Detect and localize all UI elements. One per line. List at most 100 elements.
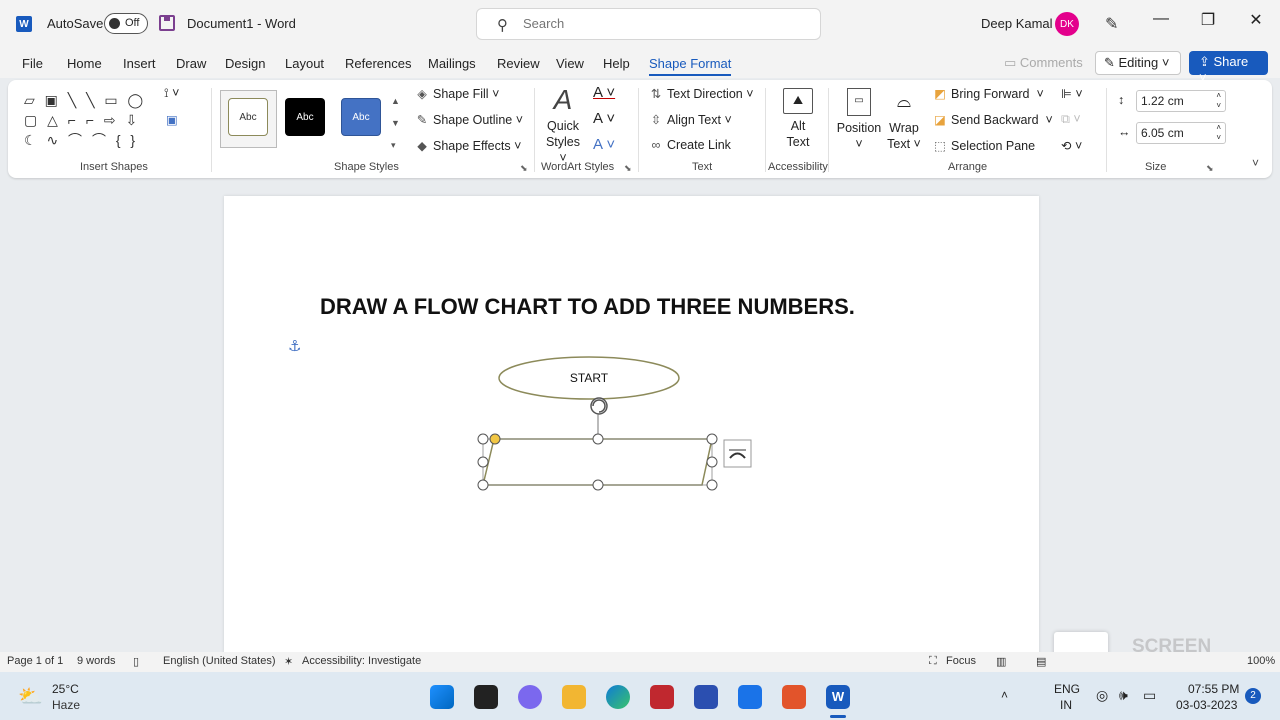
designer-pen-icon[interactable]: ✎	[1105, 14, 1118, 34]
resize-handle[interactable]	[477, 456, 489, 468]
input-language-line1[interactable]: ENG	[1054, 682, 1080, 696]
text-fill-icon[interactable]: A ˅	[593, 84, 615, 101]
style-preset-dark[interactable]: Abc	[285, 98, 325, 136]
text-outline-icon[interactable]: A ˅	[593, 110, 615, 127]
text-box-icon[interactable]: ▣	[166, 112, 178, 127]
minimize-button[interactable]: —	[1148, 10, 1174, 28]
wrap-text-button[interactable]: ⌓ Wrap Text ˅	[886, 88, 922, 152]
alt-text-button[interactable]: ⛰ Alt Text	[778, 88, 818, 150]
align-text-button[interactable]: ⇳ Align Text ˅	[648, 112, 732, 127]
tab-help[interactable]: Help	[603, 56, 630, 71]
shape-width-field[interactable]: 6.05 cm ˄ ˅	[1136, 122, 1226, 144]
edit-shape-icon[interactable]: ⟟ ˅	[164, 86, 179, 101]
notification-badge[interactable]: 2	[1245, 688, 1261, 704]
powerpoint-icon[interactable]	[782, 685, 806, 709]
clock-time[interactable]: 07:55 PM	[1188, 682, 1239, 696]
resize-handle[interactable]	[706, 479, 718, 491]
position-button[interactable]: ▭ Position ˅	[836, 88, 882, 152]
read-mode-icon[interactable]: ▥	[996, 655, 1006, 668]
adjust-handle[interactable]	[489, 433, 501, 445]
text-direction-button[interactable]: ⇅ Text Direction ˅	[648, 86, 754, 101]
resize-handle[interactable]	[477, 479, 489, 491]
tab-home[interactable]: Home	[67, 56, 102, 71]
tab-layout[interactable]: Layout	[285, 56, 324, 71]
dialog-launcher-icon[interactable]: ⬊	[624, 163, 632, 174]
close-button[interactable]: ✕	[1243, 10, 1269, 30]
shapes-gallery[interactable]: ▱ ▣ ╲ ╲ ▭ ◯ ▢ △ ⌐ ⌐ ⇨ ⇩ ☾ ∿ ⌒ ⌒ { }	[24, 90, 150, 150]
store-icon[interactable]	[738, 685, 762, 709]
autosave-toggle[interactable]: Off	[104, 13, 148, 34]
share-button[interactable]: ⇪ Share ˅	[1189, 51, 1268, 85]
search-input[interactable]	[523, 16, 803, 31]
tab-insert[interactable]: Insert	[123, 56, 156, 71]
language-status[interactable]: English (United States)	[163, 655, 276, 667]
editing-mode-button[interactable]: ✎ Editing ˅	[1095, 51, 1181, 75]
shape-effects-button[interactable]: ◆ Shape Effects ˅	[414, 138, 521, 153]
width-spinner[interactable]: ˄ ˅	[1216, 123, 1221, 143]
tab-mailings[interactable]: Mailings	[428, 56, 476, 71]
style-preset-outline[interactable]: Abc	[228, 98, 268, 136]
tab-view[interactable]: View	[556, 56, 584, 71]
create-link-button[interactable]: ∞ Create Link	[648, 138, 731, 152]
zoom-level[interactable]: 100%	[1247, 655, 1275, 667]
show-hidden-icons[interactable]: ˄	[1001, 688, 1008, 702]
vpn-app-icon[interactable]	[694, 685, 718, 709]
page-count[interactable]: Page 1 of 1	[7, 655, 63, 667]
weather-temperature[interactable]: 25°C	[52, 682, 79, 696]
style-preset-blue[interactable]: Abc	[341, 98, 381, 136]
task-view-icon[interactable]	[474, 685, 498, 709]
edge-browser-icon[interactable]	[606, 685, 630, 709]
tab-shape-format[interactable]: Shape Format	[649, 56, 732, 76]
search-box[interactable]: ⚲	[476, 8, 821, 40]
shape-height-field[interactable]: 1.22 cm ˄ ˅	[1136, 90, 1226, 112]
quick-styles-button[interactable]: A Quick Styles ˅	[543, 86, 583, 166]
weather-icon[interactable]: ⛅	[18, 684, 43, 709]
avatar[interactable]: DK	[1055, 12, 1079, 36]
restore-button[interactable]: ❐	[1195, 10, 1221, 30]
rotate-icon[interactable]: ⟲ ˅	[1061, 138, 1082, 153]
battery-icon[interactable]: ▭	[1143, 687, 1156, 704]
volume-icon[interactable]: 🕪	[1119, 687, 1128, 704]
tab-file[interactable]: File	[22, 56, 43, 71]
input-parallelogram[interactable]	[482, 438, 713, 486]
height-spinner[interactable]: ˄ ˅	[1216, 91, 1221, 111]
dialog-launcher-icon[interactable]: ⬊	[1206, 163, 1214, 174]
shape-outline-button[interactable]: ✎ Shape Outline ˅	[414, 112, 523, 127]
text-effects-icon[interactable]: A ˅	[593, 136, 615, 153]
network-icon[interactable]: ◎	[1096, 687, 1108, 704]
dialog-launcher-icon[interactable]: ⬊	[520, 163, 528, 174]
input-language-line2[interactable]: IN	[1060, 698, 1072, 712]
print-layout-icon[interactable]: ▤	[1036, 655, 1046, 668]
word-count[interactable]: 9 words	[77, 655, 116, 667]
proofing-icon[interactable]: ▯	[133, 655, 139, 668]
style-gallery-scroll[interactable]: ▲ ▼ ▾	[391, 90, 400, 156]
bring-forward-button[interactable]: ◩ Bring Forward ˅	[932, 86, 1044, 101]
selection-pane-button[interactable]: ⬚ Selection Pane	[932, 138, 1035, 153]
resize-handle[interactable]	[706, 433, 718, 445]
shape-fill-button[interactable]: ◈ Shape Fill ˅	[414, 86, 499, 101]
send-backward-button[interactable]: ◪ Send Backward ˅	[932, 112, 1053, 127]
resize-handle[interactable]	[592, 479, 604, 491]
position-icon: ▭	[847, 88, 871, 116]
collapse-ribbon-icon[interactable]: ˅	[1252, 156, 1259, 170]
resize-handle[interactable]	[592, 433, 604, 445]
tab-design[interactable]: Design	[225, 56, 265, 71]
file-explorer-icon[interactable]	[562, 685, 586, 709]
clock-date[interactable]: 03-03-2023	[1176, 698, 1237, 712]
start-button-icon[interactable]	[430, 685, 454, 709]
save-icon[interactable]	[159, 15, 175, 31]
comments-button[interactable]: ▭ Comments	[998, 52, 1089, 74]
align-objects-icon[interactable]: ⊫ ˅	[1061, 86, 1083, 101]
accessibility-status[interactable]: Accessibility: Investigate	[302, 655, 421, 667]
focus-mode[interactable]: Focus	[946, 655, 976, 667]
teams-chat-icon[interactable]	[518, 685, 542, 709]
resize-handle[interactable]	[477, 433, 489, 445]
weather-description[interactable]: Haze	[52, 698, 80, 712]
word-taskbar-icon[interactable]: W	[826, 685, 850, 709]
tab-draw[interactable]: Draw	[176, 56, 206, 71]
tab-review[interactable]: Review	[497, 56, 540, 71]
tab-references[interactable]: References	[345, 56, 411, 71]
mcafee-icon[interactable]	[650, 685, 674, 709]
resize-handle[interactable]	[706, 456, 718, 468]
document-page[interactable]: DRAW A FLOW CHART TO ADD THREE NUMBERS. …	[224, 196, 1039, 656]
